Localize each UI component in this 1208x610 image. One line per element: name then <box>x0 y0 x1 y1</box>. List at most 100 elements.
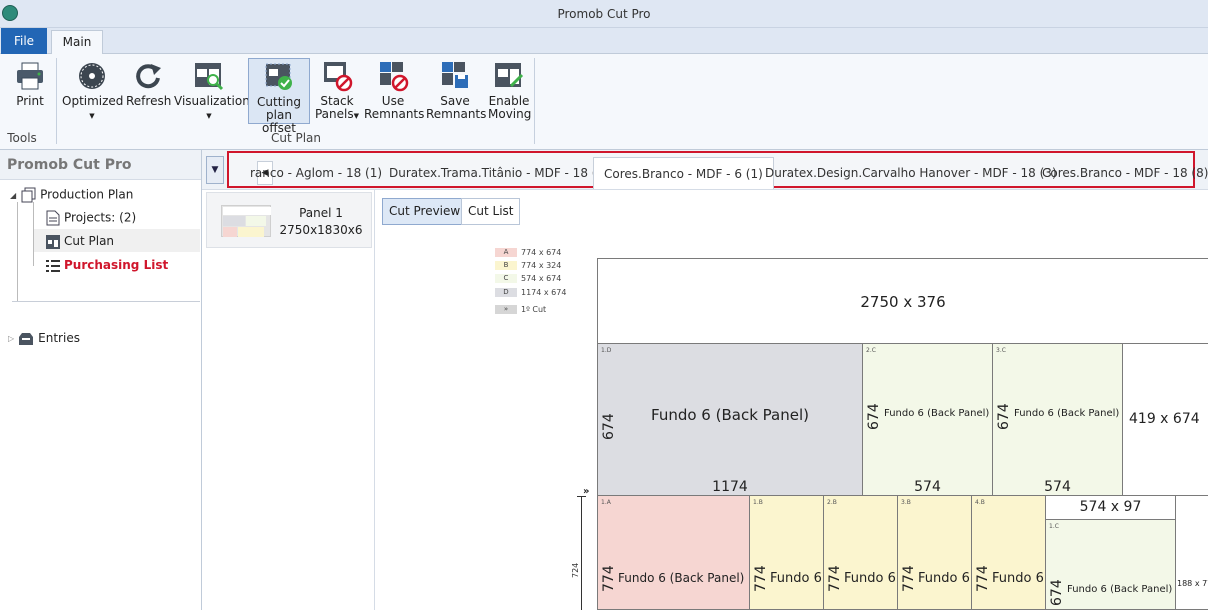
material-tab-2[interactable]: Duratex.Trama.Titânio - MDF - 18 (2) <box>379 157 619 189</box>
stack-panels-button[interactable]: Stack Panels▼ <box>314 58 360 124</box>
saw-blade-icon <box>79 63 105 89</box>
stack-panels-icon <box>324 62 353 92</box>
legend-label: 574 x 674 <box>521 274 562 283</box>
piece-height: 674 <box>601 413 617 440</box>
cutting-offset-label-1: Cutting <box>257 95 301 109</box>
legend-label: 1174 x 674 <box>521 288 567 297</box>
tree-item-cut-plan[interactable]: Cut Plan <box>46 234 114 249</box>
panels-list: Panel 1 2750x1830x6 <box>202 190 375 610</box>
scrap-right[interactable]: 419 x 674 <box>1122 343 1208 496</box>
printer-icon <box>17 62 43 90</box>
print-button[interactable]: Print <box>8 58 52 124</box>
material-tab-1[interactable]: ranco - Aglom - 18 (1) <box>240 157 392 189</box>
dimension-tick <box>577 496 586 497</box>
material-tabs-highlight: ◀ ranco - Aglom - 18 (1) Duratex.Trama.T… <box>227 151 1208 189</box>
piece-1c[interactable]: 1.C Fundo 6 (Back Panel) 674 <box>1045 519 1176 610</box>
piece-width: 1174 <box>712 479 748 495</box>
piece-4b[interactable]: 4.B Fundo 6 774 <box>971 495 1046 610</box>
group-separator <box>534 58 535 144</box>
piece-name: Fundo 6 <box>992 571 1044 586</box>
cut-plan-canvas: » 724 2750 x 376 1.D Fundo 6 (Back Panel… <box>571 258 1208 610</box>
scrap-right-label: 419 x 674 <box>1129 411 1200 427</box>
document-icon <box>46 210 60 226</box>
legend-swatch: B <box>495 261 517 270</box>
legend-swatch: » <box>495 305 517 314</box>
file-menu-button[interactable]: File <box>1 28 47 54</box>
piece-2b[interactable]: 2.B Fundo 6 774 <box>823 495 898 610</box>
save-remnants-label-1: Save <box>440 94 470 108</box>
piece-width: 574 <box>914 479 941 495</box>
piece-3c[interactable]: 3.C Fundo 6 (Back Panel) 574 674 <box>992 343 1123 496</box>
cut-preview-button[interactable]: Cut Preview <box>382 198 468 225</box>
piece-1b[interactable]: 1.B Fundo 6 774 <box>749 495 824 610</box>
save-remnants-button[interactable]: Save Remnants <box>426 58 487 124</box>
piece-height: 674 <box>996 403 1012 430</box>
entries-label: Entries <box>38 331 80 345</box>
stack-panels-label-1: Stack <box>320 94 354 108</box>
enable-moving-label-2: Moving <box>488 107 532 121</box>
use-remnants-icon <box>380 62 409 92</box>
save-remnants-label-2: Remnants <box>426 107 487 121</box>
purchasing-list-label: Purchasing List <box>64 258 169 272</box>
optimized-button[interactable]: Optimized ▼ <box>62 58 123 124</box>
tree-item-purchasing-list[interactable]: Purchasing List <box>46 258 168 273</box>
piece-code: 1.D <box>601 347 612 354</box>
list-icon <box>46 259 60 272</box>
piece-3b[interactable]: 3.B Fundo 6 774 <box>897 495 972 610</box>
piece-height: 774 <box>827 565 843 592</box>
piece-name: Fundo 6 <box>918 571 970 586</box>
scrap-188[interactable]: 188 x 77 <box>1175 495 1208 610</box>
scrap-label: 188 x 77 <box>1177 579 1208 588</box>
scrap-top[interactable]: 2750 x 376 <box>597 258 1208 344</box>
navigation-panel: Promob Cut Pro ◢ Production Plan Projects… <box>0 150 202 610</box>
refresh-label: Refresh <box>126 94 172 108</box>
panel-size: 2750x1830x6 <box>279 223 363 237</box>
refresh-button[interactable]: Refresh <box>126 58 172 124</box>
tree-item-production-plan[interactable]: ◢ Production Plan <box>10 187 133 203</box>
enable-moving-label-1: Enable <box>488 94 530 108</box>
panel-card[interactable]: Panel 1 2750x1830x6 <box>206 192 372 248</box>
piece-name: Fundo 6 (Back Panel) <box>618 571 745 585</box>
cut-list-button[interactable]: Cut List <box>461 198 521 225</box>
legend-label: 1º Cut <box>521 305 547 314</box>
chevron-down-icon: ▼ <box>353 112 359 120</box>
tab-main[interactable]: Main <box>51 30 103 55</box>
legend-label: 774 x 324 <box>521 261 562 270</box>
enable-moving-icon <box>495 63 524 88</box>
tools-group-label: Tools <box>7 131 37 145</box>
visualization-button[interactable]: Visualization ▼ <box>174 58 250 124</box>
piece-height: 674 <box>1049 579 1065 606</box>
piece-1a[interactable]: 1.A Fundo 6 (Back Panel) 774 <box>597 495 750 610</box>
material-tab-4[interactable]: Duratex.Design.Carvalho Hanover - MDF - … <box>755 157 1067 189</box>
piece-code: 3.C <box>996 347 1006 354</box>
panel-name: Panel 1 <box>299 206 343 220</box>
piece-code: 2.B <box>827 499 837 506</box>
production-plan-label: Production Plan <box>40 187 134 202</box>
material-dropdown-button[interactable]: ▼ <box>206 156 224 184</box>
legend-swatch: D <box>495 288 517 297</box>
group-separator <box>56 58 57 144</box>
cut-plan-view: Cut Preview Cut List A 774 x 674 B 774 x… <box>375 190 1208 610</box>
scrap-label: 574 x 97 <box>1079 499 1142 515</box>
material-tab-3[interactable]: Cores.Branco - MDF - 6 (1) <box>593 157 774 189</box>
cutting-offset-icon <box>265 63 292 90</box>
piece-height: 774 <box>901 565 917 592</box>
piece-code: 2.C <box>866 347 876 354</box>
title-bar: Promob Cut Pro <box>0 0 1208 28</box>
cutting-plan-offset-button[interactable]: Cutting plan offset <box>248 58 310 135</box>
use-remnants-label-2: Remnants <box>364 107 425 121</box>
piece-height: 774 <box>601 565 617 592</box>
piece-1d[interactable]: 1.D Fundo 6 (Back Panel) 1174 674 <box>597 343 863 496</box>
material-tab-5[interactable]: Cores.Branco - MDF - 18 (8) <box>1032 157 1208 189</box>
enable-moving-button[interactable]: Enable Moving <box>488 58 532 124</box>
use-remnants-label-1: Use <box>381 94 405 108</box>
visualization-label: Visualization <box>174 94 250 108</box>
piece-2c[interactable]: 2.C Fundo 6 (Back Panel) 574 674 <box>862 343 993 496</box>
ribbon: Print Tools Optimized ▼ Refresh Visualiza… <box>0 54 1208 150</box>
tree-item-entries[interactable]: ▷ Entries <box>8 331 80 346</box>
piece-code: 4.B <box>975 499 985 506</box>
scrap-574x97[interactable]: 574 x 97 <box>1045 495 1176 520</box>
tree-item-projects[interactable]: Projects: (2) <box>46 210 136 226</box>
use-remnants-button[interactable]: Use Remnants <box>364 58 425 124</box>
navigation-header: Promob Cut Pro <box>0 150 201 180</box>
